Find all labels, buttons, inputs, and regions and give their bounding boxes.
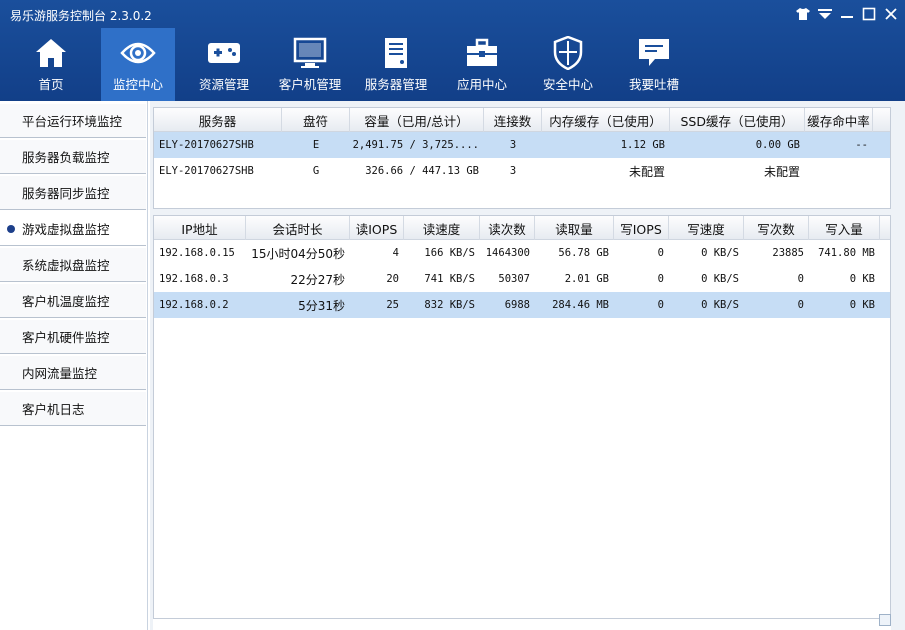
eye-icon — [120, 36, 156, 70]
sidebar-item-server-sync[interactable]: 服务器同步监控 — [0, 176, 146, 210]
column-header[interactable]: 读IOPS — [350, 216, 404, 240]
column-header[interactable]: 写次数 — [744, 216, 809, 240]
toolbox-icon — [464, 36, 500, 70]
resize-grip[interactable] — [879, 614, 891, 626]
window-controls — [795, 6, 899, 22]
sidebar-item-label: 系统虚拟盘监控 — [22, 258, 110, 273]
nav-security-center[interactable]: 安全中心 — [525, 28, 611, 101]
table-row[interactable]: 192.168.0.2 5分31秒 25 832 KB/S 6988 284.4… — [154, 292, 890, 318]
title-bar: 易乐游服务控制台 2.3.0.2 — [0, 0, 905, 28]
gamepad-icon — [206, 36, 242, 70]
session-table: IP地址 会话时长 读IOPS 读速度 读次数 读取量 写IOPS 写速度 写次… — [153, 215, 891, 620]
table-row[interactable]: ELY-20170627SHB G 326.66 / 447.13 GB 3 未… — [154, 158, 890, 184]
session-table-header: IP地址 会话时长 读IOPS 读速度 读次数 读取量 写IOPS 写速度 写次… — [154, 216, 890, 240]
sidebar: 平台运行环境监控 服务器负载监控 服务器同步监控 游戏虚拟盘监控 系统虚拟盘监控… — [0, 101, 148, 630]
sidebar-item-label: 客户机温度监控 — [22, 294, 110, 309]
column-header[interactable]: IP地址 — [154, 216, 246, 240]
sidebar-item-client-hardware[interactable]: 客户机硬件监控 — [0, 320, 146, 354]
nav-resource-management[interactable]: 资源管理 — [181, 28, 267, 101]
sidebar-item-label: 客户机日志 — [22, 402, 85, 417]
nav-app-center[interactable]: 应用中心 — [439, 28, 525, 101]
server-icon — [378, 36, 414, 70]
column-header[interactable]: 缓存命中率 — [805, 108, 873, 132]
sidebar-item-lan-traffic[interactable]: 内网流量监控 — [0, 356, 146, 390]
column-header[interactable]: SSD缓存（已使用） — [670, 108, 805, 132]
disk-table-header: 服务器 盘符 容量（已用/总计） 连接数 内存缓存（已使用） SSD缓存（已使用… — [154, 108, 890, 132]
column-header[interactable]: 写速度 — [669, 216, 744, 240]
column-header[interactable]: 容量（已用/总计） — [350, 108, 484, 132]
maximize-icon[interactable] — [861, 6, 877, 22]
monitor-icon — [292, 36, 328, 70]
column-header[interactable]: 读取量 — [535, 216, 614, 240]
app-header: 易乐游服务控制台 2.3.0.2 首页 监控中心 资源管理 客户机管理 服务器管… — [0, 0, 905, 101]
shield-icon — [550, 36, 586, 70]
column-header[interactable]: 连接数 — [484, 108, 542, 132]
nav-monitor-center[interactable]: 监控中心 — [101, 28, 175, 101]
disk-table: 服务器 盘符 容量（已用/总计） 连接数 内存缓存（已使用） SSD缓存（已使用… — [153, 107, 891, 209]
column-header[interactable]: 会话时长 — [246, 216, 350, 240]
active-indicator-dot — [7, 224, 15, 233]
sidebar-item-label: 服务器同步监控 — [22, 186, 110, 201]
feedback-icon — [636, 36, 672, 70]
sidebar-item-game-vdisk[interactable]: 游戏虚拟盘监控 — [0, 212, 146, 246]
sidebar-item-system-vdisk[interactable]: 系统虚拟盘监控 — [0, 248, 146, 282]
sidebar-item-client-temperature[interactable]: 客户机温度监控 — [0, 284, 146, 318]
sidebar-item-label: 平台运行环境监控 — [22, 114, 123, 129]
sidebar-item-label: 服务器负载监控 — [22, 150, 110, 165]
main-content: 服务器 盘符 容量（已用/总计） 连接数 内存缓存（已使用） SSD缓存（已使用… — [150, 101, 905, 630]
sidebar-item-label: 客户机硬件监控 — [22, 330, 110, 345]
sidebar-item-client-log[interactable]: 客户机日志 — [0, 392, 146, 426]
column-header[interactable]: 内存缓存（已使用） — [542, 108, 670, 132]
sidebar-item-server-load[interactable]: 服务器负载监控 — [0, 140, 146, 174]
window-title: 易乐游服务控制台 2.3.0.2 — [10, 9, 152, 23]
skin-icon[interactable] — [795, 6, 811, 22]
column-header[interactable]: 读速度 — [404, 216, 480, 240]
column-header[interactable]: 服务器 — [154, 108, 282, 132]
home-icon — [33, 36, 69, 70]
column-header[interactable]: 写IOPS — [614, 216, 669, 240]
close-icon[interactable] — [883, 6, 899, 22]
column-header[interactable]: 写入量 — [809, 216, 880, 240]
sidebar-item-label: 内网流量监控 — [22, 366, 98, 381]
nav-server-management[interactable]: 服务器管理 — [353, 28, 439, 101]
table-row[interactable]: 192.168.0.3 22分27秒 20 741 KB/S 50307 2.0… — [154, 266, 890, 292]
minimize-icon[interactable] — [839, 6, 855, 22]
nav-feedback[interactable]: 我要吐槽 — [611, 28, 697, 101]
sidebar-item-label: 游戏虚拟盘监控 — [22, 222, 110, 237]
status-bar — [153, 618, 891, 630]
sidebar-item-platform-env[interactable]: 平台运行环境监控 — [0, 104, 146, 138]
column-header[interactable]: 盘符 — [282, 108, 350, 132]
table-row[interactable]: ELY-20170627SHB E 2,491.75 / 3,725.... 3… — [154, 132, 890, 158]
nav-client-management[interactable]: 客户机管理 — [267, 28, 353, 101]
menu-dropdown-icon[interactable] — [817, 6, 833, 22]
column-header[interactable]: 读次数 — [480, 216, 535, 240]
table-row[interactable]: 192.168.0.15 15小时04分50秒 4 166 KB/S 14643… — [154, 240, 890, 266]
nav-home[interactable]: 首页 — [8, 28, 94, 101]
main-nav: 首页 监控中心 资源管理 客户机管理 服务器管理 应用中心 安全中心 我要吐槽 — [0, 28, 905, 101]
